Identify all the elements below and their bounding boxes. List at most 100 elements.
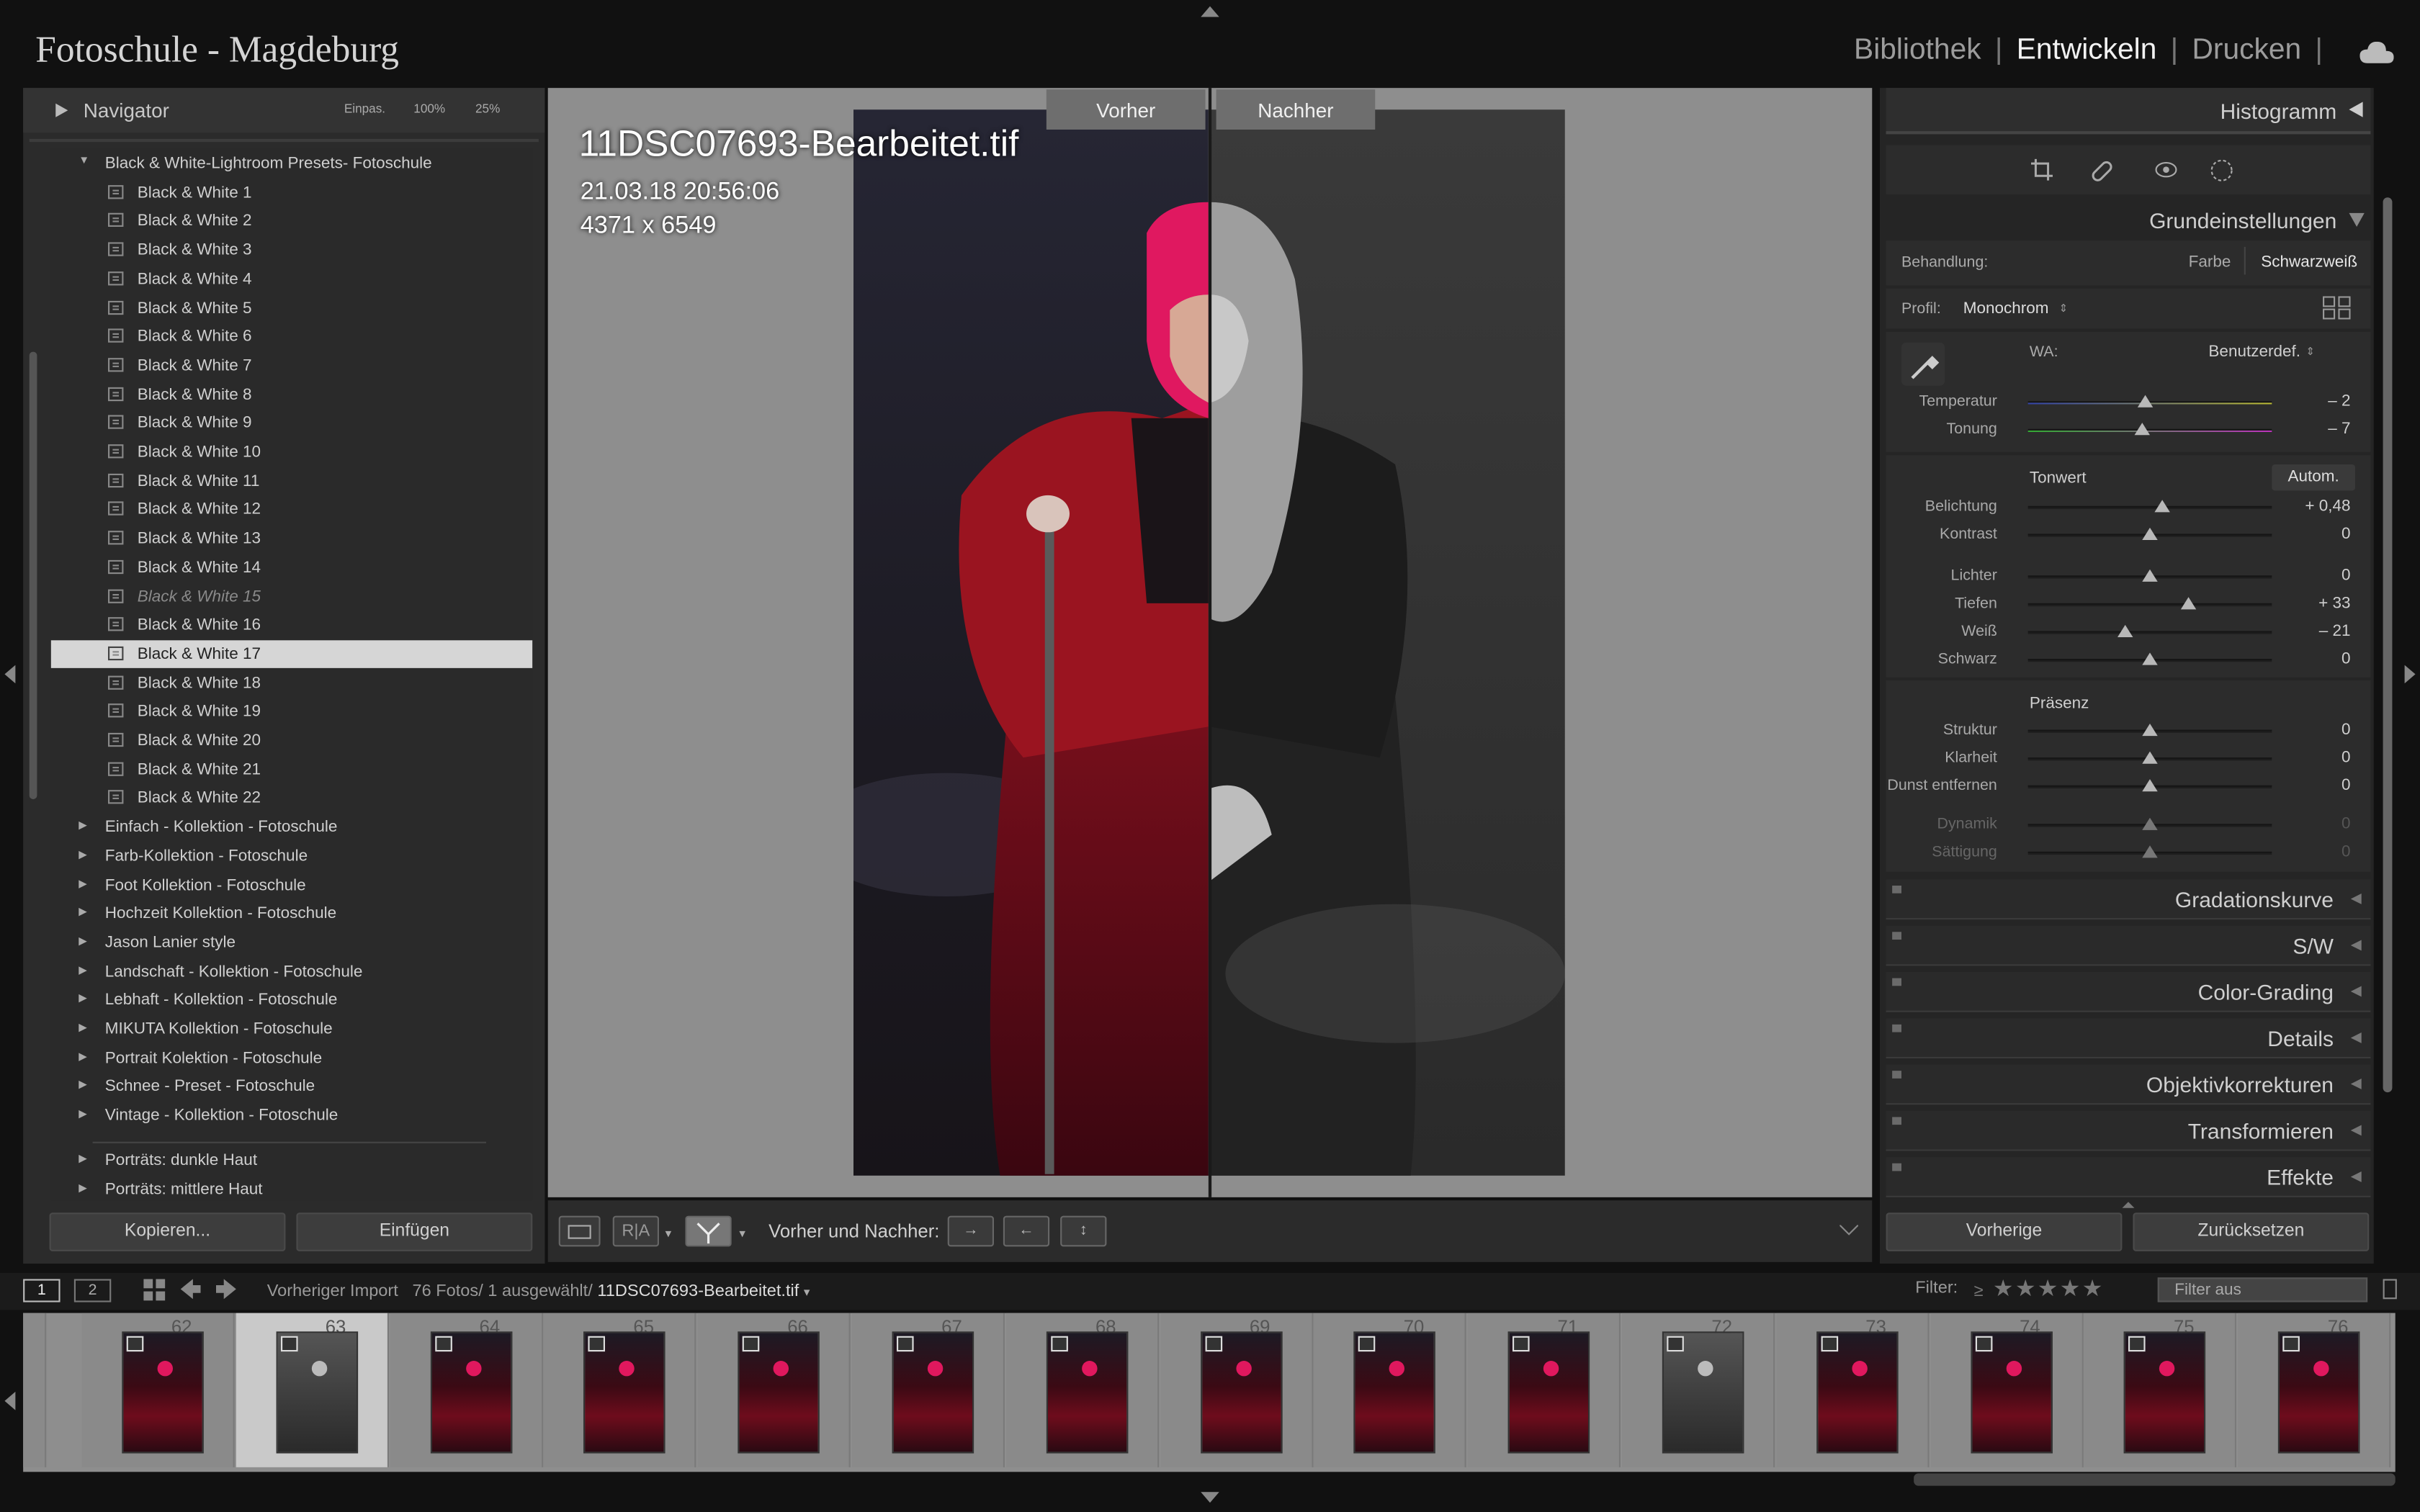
slider-value[interactable]: – 7 <box>2289 420 2350 438</box>
preset-group[interactable]: ▶ Farb-Kollektion - Fotoschule <box>51 842 533 870</box>
paste-settings-button[interactable]: Einfügen <box>296 1212 533 1251</box>
slider-value[interactable]: 0 <box>2289 814 2351 833</box>
left-scrollbar[interactable] <box>29 351 37 799</box>
filmstrip-thumbnail[interactable]: 73 <box>1775 1313 1930 1467</box>
slider-value[interactable]: – 21 <box>2289 622 2351 641</box>
preset-item[interactable]: Black & White 13 <box>51 525 533 553</box>
treatment-color-option[interactable]: Farbe <box>2189 253 2231 271</box>
panel-switch-icon[interactable] <box>1892 886 1901 894</box>
slider-value[interactable]: 0 <box>2289 842 2351 861</box>
panel-switch-icon[interactable] <box>1892 932 1901 940</box>
slider-track[interactable] <box>2027 527 2272 540</box>
cloud-icon[interactable] <box>2360 41 2394 63</box>
module-library[interactable]: Bibliothek <box>1854 34 1981 68</box>
slider-track[interactable] <box>2027 817 2272 830</box>
preset-item[interactable]: Black & White 5 <box>51 294 533 322</box>
preset-group[interactable]: ▶ Schnee - Preset - Fotoschule <box>51 1073 533 1101</box>
healing-icon[interactable] <box>2092 159 2115 182</box>
histogram-collapse-icon[interactable] <box>2349 102 2363 117</box>
before-after-split-button[interactable] <box>685 1215 732 1247</box>
preset-item[interactable]: Black & White 14 <box>51 554 533 582</box>
preset-item[interactable]: Black & White 15 <box>51 582 533 611</box>
slider-value[interactable]: + 0,48 <box>2289 497 2350 516</box>
before-after-lr-button[interactable]: R|A <box>612 1215 659 1247</box>
red-eye-icon[interactable] <box>2154 161 2177 179</box>
slider-track[interactable] <box>2027 845 2272 858</box>
preset-item[interactable]: Black & White 8 <box>51 380 533 408</box>
slider-value[interactable]: 0 <box>2289 566 2351 585</box>
filmstrip-thumbnail[interactable]: 71 <box>1468 1313 1621 1467</box>
panel-header[interactable]: Objektivkorrekturen ◀ <box>1886 1064 2371 1105</box>
basic-panel-title[interactable]: Grundeinstellungen <box>2149 208 2336 233</box>
slider-track[interactable] <box>2027 569 2272 582</box>
filmstrip-thumbnail[interactable]: 64 <box>390 1313 543 1467</box>
photo-before[interactable] <box>853 109 1209 1176</box>
copy-before-to-after-button[interactable]: → <box>947 1215 994 1247</box>
filmstrip-thumbnail[interactable]: 70 <box>1314 1313 1467 1467</box>
bottom-panel-toggle-icon[interactable] <box>1201 1492 1219 1503</box>
filmstrip-thumbnail[interactable]: 62 <box>81 1313 235 1467</box>
screen-1-button[interactable]: 1 <box>23 1279 60 1302</box>
profile-browser-icon[interactable] <box>2323 296 2351 320</box>
module-develop[interactable]: Entwickeln <box>2017 34 2157 68</box>
wb-select[interactable]: Benutzerdef. <box>2208 343 2300 361</box>
reset-button[interactable]: Zurücksetzen <box>2133 1212 2370 1251</box>
swap-before-after-button[interactable]: ↕ <box>1060 1215 1107 1247</box>
preset-item[interactable]: Black & White 22 <box>51 784 533 812</box>
photo-after[interactable] <box>1210 109 1565 1176</box>
panel-switch-icon[interactable] <box>1892 1163 1901 1171</box>
slider-thumb[interactable] <box>2118 624 2133 637</box>
preset-item[interactable]: Black & White 3 <box>51 236 533 264</box>
preset-group[interactable]: ▶ Lebhaft - Kollektion - Fotoschule <box>51 986 533 1014</box>
grid-icon[interactable] <box>143 1279 166 1301</box>
left-panel-toggle-icon[interactable] <box>4 665 16 684</box>
filter-lock-icon[interactable] <box>2383 1279 2397 1300</box>
filmstrip-thumbnail[interactable]: 74 <box>1930 1313 2083 1467</box>
slider-track[interactable] <box>2027 751 2272 764</box>
panel-switch-icon[interactable] <box>1892 978 1901 986</box>
slider-track[interactable] <box>2027 597 2272 610</box>
filmstrip-source-info[interactable]: Vorheriger Import 76 Fotos/ 1 ausgewählt… <box>267 1282 810 1301</box>
before-after-divider[interactable] <box>1208 88 1212 1197</box>
preset-group[interactable]: ▶ MIKUTA Kollektion - Fotoschule <box>51 1015 533 1043</box>
preset-item[interactable]: Black & White 2 <box>51 207 533 235</box>
panel-switch-icon[interactable] <box>1892 1024 1901 1032</box>
filmstrip-thumbnail[interactable]: 68 <box>1005 1313 1159 1467</box>
auto-tone-button[interactable]: Autom. <box>2272 464 2355 491</box>
right-scrollbar[interactable] <box>2383 197 2393 1093</box>
filter-select[interactable]: Filter aus <box>2157 1277 2368 1302</box>
preset-item[interactable]: Black & White 4 <box>51 265 533 293</box>
panel-header[interactable]: Details ◀ <box>1886 1018 2371 1058</box>
filmstrip-scrollbar[interactable] <box>1914 1473 2396 1486</box>
preset-item[interactable]: Black & White 19 <box>51 698 533 726</box>
preset-group[interactable]: ▶ Vintage - Kollektion - Fotoschule <box>51 1102 533 1130</box>
slider-thumb[interactable] <box>2137 395 2153 408</box>
treatment-bw-option[interactable]: Schwarzweiß <box>2261 253 2357 271</box>
filmstrip-thumbnail[interactable]: 65 <box>544 1313 697 1467</box>
filmstrip-thumbnail[interactable] <box>23 1313 47 1467</box>
preset-item[interactable]: Black & White 17 <box>50 640 533 668</box>
panel-header[interactable]: Color-Grading ◀ <box>1886 972 2371 1012</box>
slider-track[interactable] <box>2027 395 2272 408</box>
crop-icon[interactable] <box>2031 158 2053 181</box>
preset-item[interactable]: Black & White 9 <box>51 409 533 437</box>
slider-value[interactable]: 0 <box>2289 721 2351 739</box>
preset-item[interactable]: Black & White 18 <box>51 669 533 697</box>
slider-value[interactable]: + 33 <box>2289 594 2350 613</box>
slider-thumb[interactable] <box>2142 817 2158 830</box>
preset-item[interactable]: Black & White 6 <box>51 323 533 351</box>
slider-thumb[interactable] <box>2142 652 2158 665</box>
slider-value[interactable]: 0 <box>2289 748 2351 767</box>
filmstrip-thumbnail[interactable]: 63 <box>236 1313 389 1467</box>
slider-thumb[interactable] <box>2181 597 2197 610</box>
slider-thumb[interactable] <box>2154 500 2170 513</box>
filmstrip-left-icon[interactable] <box>4 1391 16 1410</box>
preset-item[interactable]: Black & White 10 <box>51 438 533 467</box>
star-rating-filter[interactable]: ≥ ★★★★★ <box>1974 1274 2105 1302</box>
top-panel-toggle-icon[interactable] <box>1201 6 1219 17</box>
eyedropper-icon[interactable] <box>1900 341 1946 387</box>
basic-collapse-icon[interactable] <box>2349 212 2365 227</box>
filmstrip-thumbnail[interactable]: 67 <box>851 1313 1005 1467</box>
slider-value[interactable]: – 2 <box>2289 392 2350 410</box>
preset-item[interactable]: Black & White 21 <box>51 755 533 783</box>
